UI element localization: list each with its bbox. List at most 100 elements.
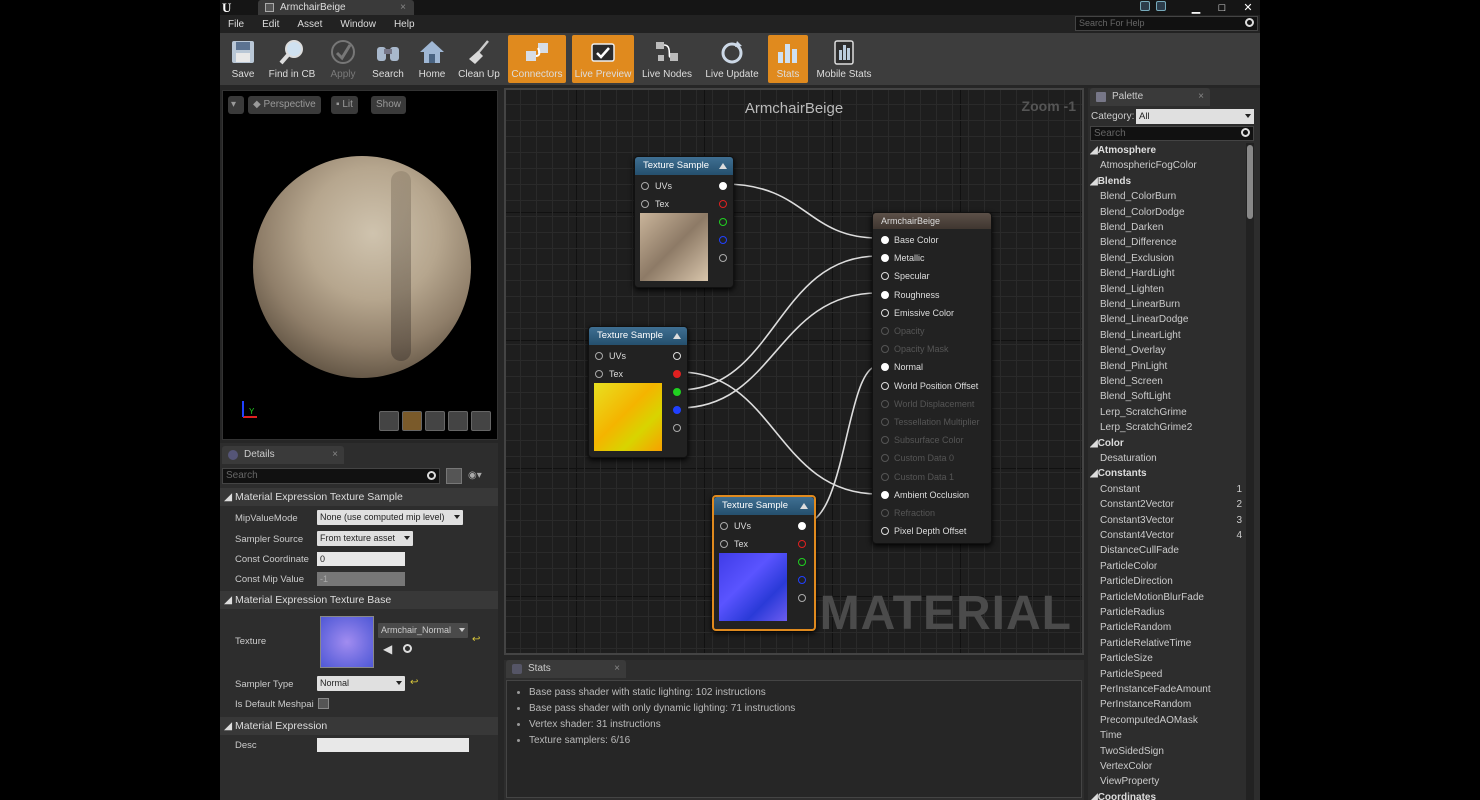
- sphere-preview-button[interactable]: [402, 411, 422, 431]
- node-header[interactable]: Texture Sample: [635, 157, 733, 175]
- search-button[interactable]: Search: [366, 35, 410, 83]
- texture-thumbnail[interactable]: [320, 616, 374, 668]
- section-material-expression[interactable]: ◢ Material Expression: [220, 717, 498, 735]
- blue-output-pin[interactable]: [719, 236, 727, 244]
- input-pin[interactable]: [641, 200, 649, 208]
- find-in-cb-button[interactable]: Find in CB: [264, 35, 320, 83]
- red-output-pin[interactable]: [719, 200, 727, 208]
- material-input-pin[interactable]: [881, 345, 889, 354]
- palette-item[interactable]: Blend_Exclusion: [1100, 253, 1174, 264]
- material-input-pin[interactable]: [881, 254, 889, 263]
- material-input-pin[interactable]: [881, 272, 889, 281]
- red-output-pin[interactable]: [673, 370, 681, 378]
- reset-to-default-icon[interactable]: ↩: [410, 677, 418, 688]
- blue-output-pin[interactable]: [673, 406, 681, 414]
- menu-edit[interactable]: Edit: [262, 19, 279, 30]
- expand-triangle-icon[interactable]: ◢: [1090, 145, 1098, 156]
- const-coordinate-field[interactable]: 0: [317, 552, 405, 566]
- connectors-button[interactable]: Connectors: [508, 35, 566, 83]
- palette-item[interactable]: Blend_ColorBurn: [1100, 191, 1176, 202]
- texture-sample-node-basecolor[interactable]: Texture Sample UVs Tex: [634, 156, 734, 288]
- property-matrix-icon[interactable]: [446, 468, 462, 484]
- cylinder-preview-button[interactable]: [379, 411, 399, 431]
- source-control-icon[interactable]: [1156, 1, 1166, 11]
- node-header[interactable]: Texture Sample: [589, 327, 687, 345]
- rgb-output-pin[interactable]: [719, 182, 727, 190]
- collapse-arrow-icon[interactable]: [673, 333, 681, 339]
- palette-item[interactable]: Time: [1100, 730, 1122, 741]
- palette-category[interactable]: ◢Color: [1090, 438, 1124, 449]
- menu-file[interactable]: File: [228, 19, 244, 30]
- node-header[interactable]: Texture Sample: [714, 497, 814, 515]
- palette-item[interactable]: ParticleRadius: [1100, 607, 1164, 618]
- rgb-output-pin[interactable]: [798, 522, 806, 530]
- palette-item[interactable]: Desaturation: [1100, 453, 1157, 464]
- alpha-output-pin[interactable]: [673, 424, 681, 432]
- category-dropdown[interactable]: All: [1136, 109, 1254, 124]
- close-tab-icon[interactable]: ×: [332, 446, 338, 464]
- texture-asset-dropdown[interactable]: Armchair_Normal: [378, 623, 468, 638]
- material-input-pin[interactable]: [881, 509, 889, 517]
- palette-item[interactable]: Blend_Screen: [1100, 376, 1163, 387]
- visibility-eye-icon[interactable]: ◉▾: [468, 471, 492, 481]
- green-output-pin[interactable]: [719, 218, 727, 226]
- palette-item[interactable]: Blend_Overlay: [1100, 345, 1166, 356]
- stats-button[interactable]: Stats: [768, 35, 808, 83]
- show-button[interactable]: Show: [371, 96, 407, 114]
- palette-item[interactable]: VertexColor: [1100, 761, 1152, 772]
- palette-item[interactable]: ParticleSpeed: [1100, 669, 1162, 680]
- palette-item[interactable]: Lerp_ScratchGrime2: [1100, 422, 1192, 433]
- input-pin[interactable]: [595, 370, 603, 378]
- minimize-button[interactable]: ▁: [1188, 2, 1204, 13]
- palette-item[interactable]: ParticleRandom: [1100, 622, 1171, 633]
- palette-item[interactable]: Blend_SoftLight: [1100, 391, 1171, 402]
- material-graph-canvas[interactable]: ArmchairBeige Zoom -1 MATERIAL Texture S…: [504, 88, 1084, 655]
- chat-icon[interactable]: [1140, 1, 1150, 11]
- reset-to-default-icon[interactable]: ↩: [472, 634, 480, 645]
- close-window-button[interactable]: ✕: [1240, 2, 1256, 13]
- material-input-pin[interactable]: [881, 436, 889, 445]
- details-search-input[interactable]: Search: [222, 468, 440, 484]
- palette-item[interactable]: Blend_HardLight: [1100, 268, 1175, 279]
- palette-item[interactable]: Blend_LinearDodge: [1100, 314, 1188, 325]
- input-pin[interactable]: [720, 540, 728, 548]
- live-update-button[interactable]: Live Update: [700, 35, 764, 83]
- palette-scroll-thumb[interactable]: [1247, 145, 1253, 219]
- sampler-source-dropdown[interactable]: From texture asset: [317, 531, 413, 546]
- live-nodes-button[interactable]: Live Nodes: [638, 35, 696, 83]
- help-search-input[interactable]: Search For Help: [1075, 16, 1258, 31]
- palette-category[interactable]: ◢Constants: [1090, 468, 1147, 479]
- material-input-pin[interactable]: [881, 418, 889, 426]
- palette-item[interactable]: Constant2Vector: [1100, 499, 1174, 510]
- palette-item[interactable]: ViewProperty: [1100, 776, 1159, 787]
- red-output-pin[interactable]: [798, 540, 806, 548]
- live-preview-button[interactable]: Live Preview: [572, 35, 634, 83]
- alpha-output-pin[interactable]: [719, 254, 727, 262]
- close-tab-icon[interactable]: ×: [614, 660, 620, 678]
- desc-input[interactable]: [317, 738, 469, 752]
- menu-help[interactable]: Help: [394, 19, 415, 30]
- palette-category[interactable]: ◢Coordinates: [1090, 792, 1156, 800]
- lit-button[interactable]: ▪ Lit: [331, 96, 358, 114]
- home-button[interactable]: Home: [410, 35, 454, 83]
- document-tab[interactable]: ArmchairBeige ×: [258, 0, 414, 15]
- perspective-button[interactable]: ◆ Perspective: [248, 96, 321, 114]
- palette-item[interactable]: PerInstanceFadeAmount: [1100, 684, 1211, 695]
- expand-triangle-icon[interactable]: ◢: [1090, 792, 1098, 800]
- section-texture-sample[interactable]: ◢ Material Expression Texture Sample: [220, 488, 498, 506]
- palette-item[interactable]: Blend_Difference: [1100, 237, 1177, 248]
- material-input-pin[interactable]: [881, 308, 889, 317]
- palette-item[interactable]: DistanceCullFade: [1100, 545, 1179, 556]
- material-input-pin[interactable]: [881, 236, 889, 244]
- texture-sample-node-normal[interactable]: Texture Sample UVs Tex: [712, 495, 816, 631]
- texture-sample-node-masks[interactable]: Texture Sample UVs Tex: [588, 326, 688, 458]
- menu-asset[interactable]: Asset: [297, 19, 322, 30]
- rgb-output-pin[interactable]: [673, 352, 681, 360]
- expand-triangle-icon[interactable]: ◢: [1090, 176, 1098, 187]
- sampler-type-dropdown[interactable]: Normal: [317, 676, 405, 691]
- section-texture-base[interactable]: ◢ Material Expression Texture Base: [220, 591, 498, 609]
- palette-scrollbar[interactable]: [1246, 143, 1254, 800]
- expand-triangle-icon[interactable]: ◢: [1090, 438, 1098, 449]
- is-default-meshpaint-checkbox[interactable]: [318, 698, 329, 709]
- green-output-pin[interactable]: [798, 558, 806, 566]
